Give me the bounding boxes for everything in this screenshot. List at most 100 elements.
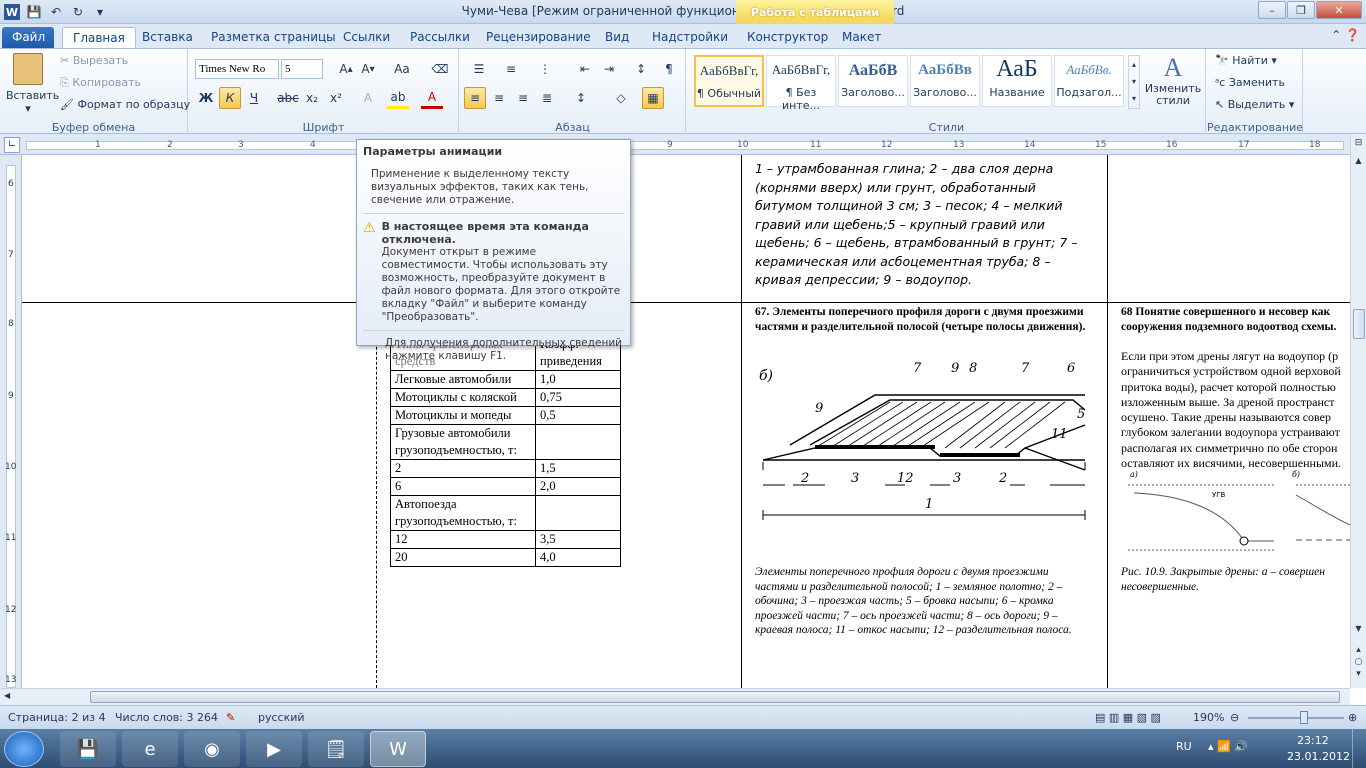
cut-button[interactable]: ✂ Вырезать	[60, 54, 128, 67]
tab-addins[interactable]: Надстройки	[642, 27, 738, 48]
page-count[interactable]: Страница: 2 из 4	[8, 711, 106, 724]
input-language[interactable]: RU	[1176, 740, 1192, 753]
scroll-down-icon[interactable]: ▼	[1352, 624, 1365, 633]
taskbar-app-notes[interactable]: 🗒	[308, 731, 364, 767]
font-name-combo[interactable]: Times New Ro	[195, 59, 279, 79]
tab-review[interactable]: Рецензирование	[476, 27, 601, 48]
section-68-body[interactable]: Если при этом дрены лягут на водоупор (р…	[1121, 349, 1350, 471]
document-area[interactable]: 1 – утрамбованная глина; 2 – два слоя де…	[22, 155, 1350, 688]
tab-home[interactable]: Главная	[62, 27, 136, 48]
help-icon[interactable]: ⌃ ❓	[1331, 28, 1360, 42]
table-cell[interactable]: Автопоезда грузоподъемностью, т:	[390, 495, 536, 531]
hscroll-thumb[interactable]	[90, 691, 1340, 703]
table-cell[interactable]: Легковые автомобили	[390, 370, 536, 389]
style-normal[interactable]: АаБбВвГг, ¶ Обычный	[694, 55, 764, 107]
vehicle-coefficients-table[interactable]: Типы транспортных средств Коэфф. приведе…	[390, 335, 621, 567]
taskbar-app-save[interactable]: 💾	[60, 731, 116, 767]
paste-button[interactable]: Вставить ▾	[6, 53, 59, 115]
select-button[interactable]: ↖ Выделить ▾	[1215, 98, 1294, 111]
multilevel-list-icon[interactable]: ⋮	[534, 58, 556, 80]
increase-indent-icon[interactable]: ⇥	[598, 58, 620, 80]
table-cell[interactable]: 1,0	[535, 370, 621, 389]
section-68-caption[interactable]: Рис. 10.9. Закрытые дрены: а – совершен …	[1121, 565, 1350, 595]
find-button[interactable]: 🔭 Найти ▾	[1215, 54, 1277, 67]
taskbar-app-aimp[interactable]: ◉	[184, 731, 240, 767]
pilcrow-icon[interactable]: ¶	[658, 58, 680, 80]
style-no-spacing[interactable]: АаБбВвГг, ¶ Без инте...	[766, 55, 836, 112]
line-spacing-icon[interactable]: ↕	[570, 87, 592, 109]
table-cell[interactable]: 6	[390, 477, 536, 496]
show-desktop-button[interactable]	[1352, 729, 1366, 768]
table-cell[interactable]: Мотоциклы и мопеды	[390, 406, 536, 425]
numbering-icon[interactable]: ≡	[500, 58, 522, 80]
shrink-font-icon[interactable]: A ▾	[357, 58, 379, 80]
word-count[interactable]: Число слов: 3 264	[115, 711, 218, 724]
align-center-icon[interactable]: ≡	[488, 87, 510, 109]
clear-format-icon[interactable]: ⌫	[429, 58, 451, 80]
bullets-icon[interactable]: ☰	[468, 58, 490, 80]
justify-icon[interactable]: ≣	[536, 87, 558, 109]
change-styles-button[interactable]: A Изменить стили	[1144, 53, 1202, 107]
grow-font-icon[interactable]: A ▴	[335, 58, 357, 80]
scroll-left-icon[interactable]: ◀	[4, 691, 10, 700]
table-cell[interactable]: 0,75	[535, 388, 621, 407]
zoom-in-icon[interactable]: ⊕	[1348, 711, 1357, 724]
horizontal-ruler[interactable]: ∟ 1 2 3 4 5 6 7 8 9 10 11 12 13 14 15 16…	[0, 134, 1366, 155]
ruler-toggle-icon[interactable]: ⊟	[1352, 138, 1365, 150]
browse-object-icons[interactable]: ▴ ○ ▾	[1352, 644, 1365, 680]
minimize-button[interactable]: –	[1258, 1, 1286, 19]
tab-view[interactable]: Вид	[595, 27, 639, 48]
borders-icon[interactable]: ▦	[642, 87, 664, 109]
table-cell[interactable]	[535, 495, 621, 531]
table-cell[interactable]: 1,5	[535, 459, 621, 478]
shading-icon[interactable]: ◇	[610, 87, 632, 109]
taskbar-app-word[interactable]: W	[370, 731, 426, 767]
table-cell[interactable]: 12	[390, 530, 536, 549]
text-effects-icon[interactable]: A	[357, 87, 379, 109]
subscript-icon[interactable]: x₂	[301, 87, 323, 109]
horizontal-scrollbar[interactable]: ◀	[0, 688, 1350, 705]
font-size-combo[interactable]: 5	[281, 59, 323, 79]
copy-button[interactable]: ⎘ Копировать	[60, 76, 141, 90]
sort-icon[interactable]: ↕	[630, 58, 652, 80]
tray-icons[interactable]: ▴ 📶 🔊	[1208, 740, 1248, 753]
proofing-icon[interactable]: ✎	[226, 711, 235, 724]
decrease-indent-icon[interactable]: ⇤	[574, 58, 596, 80]
font-color-icon[interactable]: A	[421, 87, 443, 109]
scroll-up-icon[interactable]: ▲	[1352, 156, 1365, 165]
vertical-scrollbar[interactable]: ⊟ ▲ ▼ ▴ ○ ▾	[1350, 134, 1366, 688]
change-case-icon[interactable]: Aa	[391, 58, 413, 80]
style-heading1[interactable]: АаБбВ Заголово...	[838, 55, 908, 107]
section-68-title[interactable]: 68 Понятие совершенного и несовер как со…	[1121, 305, 1350, 335]
tab-design[interactable]: Конструктор	[737, 27, 838, 48]
styles-scroll[interactable]: ▴ ▾ ▾	[1128, 55, 1140, 109]
highlight-icon[interactable]: ab	[387, 87, 409, 109]
bold-button[interactable]: Ж	[195, 87, 217, 109]
tab-references[interactable]: Ссылки	[333, 27, 400, 48]
tab-mailings[interactable]: Рассылки	[400, 27, 480, 48]
underline-button[interactable]: Ч	[243, 87, 265, 109]
format-painter-button[interactable]: 🖌 Формат по образцу	[60, 98, 190, 111]
style-heading2[interactable]: АаБбВв Заголово...	[910, 55, 980, 107]
align-right-icon[interactable]: ≡	[512, 87, 534, 109]
align-left-icon[interactable]: ≡	[464, 87, 486, 109]
table-cell[interactable]: 20	[390, 548, 536, 567]
taskbar-app-media[interactable]: ▶	[246, 731, 302, 767]
zoom-slider[interactable]	[1248, 717, 1344, 719]
tab-selector-icon[interactable]: ∟	[4, 137, 20, 153]
scroll-thumb[interactable]	[1353, 309, 1365, 339]
tab-layout[interactable]: Макет	[832, 27, 891, 48]
table-cell[interactable]: 0,5	[535, 406, 621, 425]
table-cell[interactable]	[535, 424, 621, 460]
clock-date[interactable]: 23.01.2012	[1287, 750, 1350, 763]
table-cell[interactable]: Мотоциклы с коляской	[390, 388, 536, 407]
style-subtitle[interactable]: АаБбВв. Подзагол...	[1054, 55, 1124, 107]
table-cell[interactable]: Грузовые автомобили грузоподъемностью, т…	[390, 424, 536, 460]
table-cell[interactable]: 2	[390, 459, 536, 478]
clock-time[interactable]: 23:12	[1297, 734, 1329, 747]
vertical-ruler[interactable]: 6 7 8 9 10 11 12 13	[0, 155, 22, 688]
table-cell[interactable]: 3,5	[535, 530, 621, 549]
superscript-icon[interactable]: x²	[325, 87, 347, 109]
close-button[interactable]: ✕	[1316, 1, 1362, 19]
section-67-title[interactable]: 67. Элементы поперечного профиля дороги …	[755, 305, 1095, 335]
